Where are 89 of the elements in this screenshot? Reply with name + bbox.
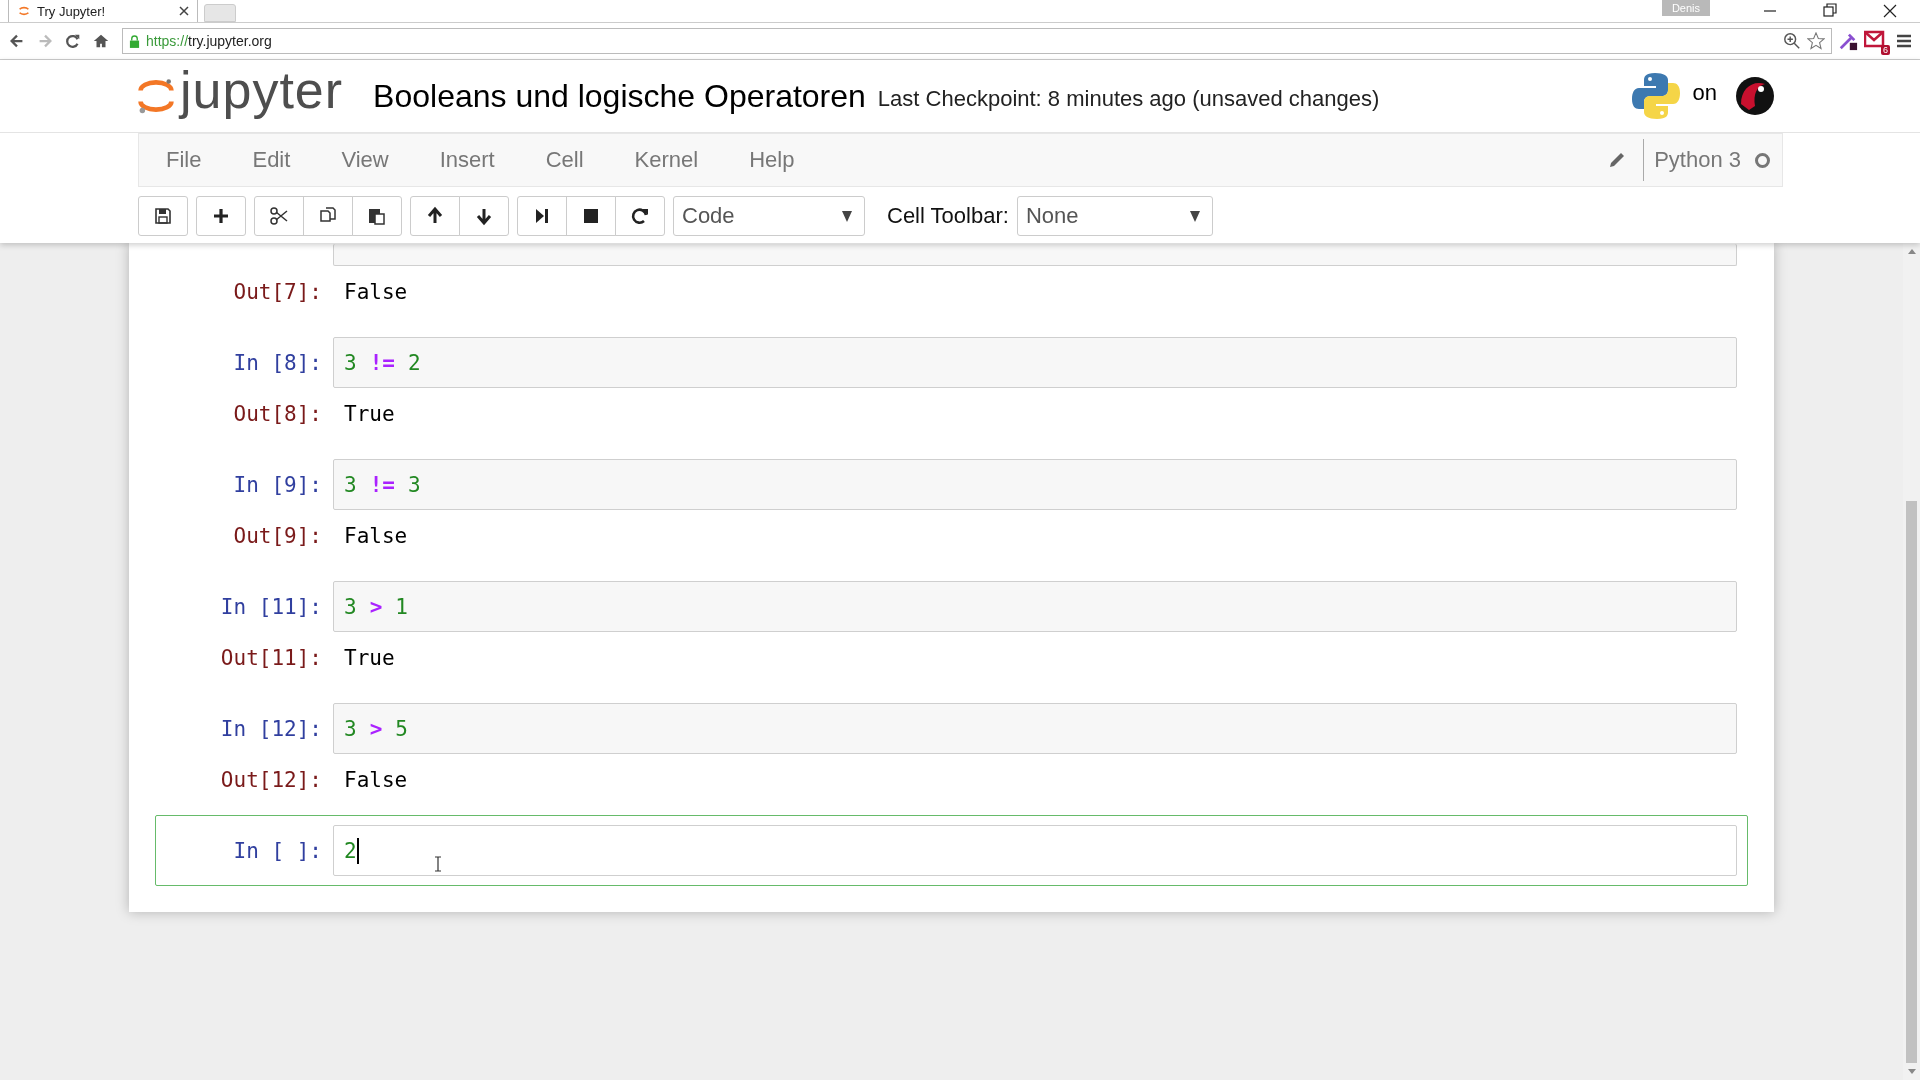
- output-prompt: Out[9]:: [232, 524, 323, 548]
- input-prompt: In [ ]:: [232, 838, 323, 863]
- hosted-on-label: on: [1692, 80, 1717, 107]
- rackspace-logo-icon: [1735, 76, 1775, 116]
- code-token: 3: [344, 594, 357, 619]
- run-button[interactable]: [517, 196, 567, 236]
- zoom-icon[interactable]: [1783, 32, 1801, 50]
- copy-button[interactable]: [303, 196, 353, 236]
- save-button[interactable]: [138, 196, 188, 236]
- save-icon: [153, 206, 173, 226]
- kernel-name: Python 3: [1643, 139, 1755, 181]
- code-input[interactable]: 3 != 2: [333, 337, 1737, 388]
- menu-item[interactable]: Edit: [252, 147, 291, 173]
- menu-item[interactable]: View: [341, 147, 389, 173]
- output-prompt: Out[8]:: [232, 402, 323, 426]
- output-text: False: [343, 768, 408, 792]
- url-text: https://try.jupyter.org: [146, 33, 272, 49]
- notebook-cell[interactable]: In [11]: 3 > 1 Out[11]: True: [155, 580, 1748, 685]
- cell-type-dropdown[interactable]: Code: [673, 196, 865, 236]
- notebook-cell[interactable]: In [8]: 3 != 2 Out[8]: True: [155, 336, 1748, 441]
- cell-toolbar-label: Cell Toolbar:: [887, 203, 1009, 229]
- reload-icon: [630, 206, 650, 226]
- menu-item[interactable]: Cell: [545, 147, 584, 173]
- code-token: 1: [395, 594, 408, 619]
- insert-cell-button[interactable]: [196, 196, 246, 236]
- input-prompt: In [12]:: [219, 716, 323, 741]
- text-cursor-icon: [434, 856, 442, 872]
- plus-icon: [211, 206, 231, 226]
- cell-toolbar-dropdown[interactable]: None: [1016, 196, 1213, 236]
- home-icon[interactable]: [92, 32, 110, 50]
- caret-icon: [842, 210, 852, 222]
- reload-icon[interactable]: [64, 32, 82, 50]
- scissors-icon: [269, 206, 289, 226]
- code-token: 3: [344, 716, 357, 741]
- code-token: 2: [344, 838, 357, 863]
- notebook-cell[interactable]: In [12]: 3 > 5 Out[12]: False: [155, 702, 1748, 807]
- stop-button[interactable]: [566, 196, 616, 236]
- code-token: 2: [407, 350, 421, 375]
- output-prompt: Out[11]:: [219, 646, 323, 670]
- logo-text[interactable]: jupyter: [180, 64, 344, 128]
- code-token: !=: [369, 350, 395, 375]
- output-prompt: Out[7]:: [232, 280, 323, 304]
- code-input[interactable]: 3 > 1: [333, 581, 1737, 632]
- stop-icon: [581, 206, 601, 226]
- star-icon[interactable]: [1807, 32, 1825, 50]
- menu-item[interactable]: Insert: [439, 147, 495, 173]
- output-text: False: [343, 280, 408, 304]
- code-token: >: [369, 594, 383, 619]
- move-up-button[interactable]: [410, 196, 460, 236]
- code-input[interactable]: [333, 244, 1737, 266]
- menu-item[interactable]: Help: [749, 147, 795, 173]
- code-input[interactable]: 3 != 3: [333, 459, 1737, 510]
- notebook-cell[interactable]: In [9]: 3 != 3 Out[9]: False: [155, 458, 1748, 563]
- input-prompt: In [9]:: [232, 472, 323, 497]
- output-text: True: [343, 646, 395, 670]
- address-bar[interactable]: https://try.jupyter.org: [122, 28, 1832, 54]
- move-down-button[interactable]: [459, 196, 509, 236]
- code-token: >: [369, 716, 383, 741]
- close-icon[interactable]: [179, 6, 189, 16]
- paste-button[interactable]: [352, 196, 402, 236]
- checkpoint-status: Last Checkpoint: 8 minutes ago (unsaved changes): [877, 86, 1380, 112]
- code-token: 3: [407, 472, 421, 497]
- eyedropper-icon[interactable]: [1838, 31, 1858, 51]
- code-token: 3: [344, 350, 357, 375]
- cut-button[interactable]: [254, 196, 304, 236]
- menu-item[interactable]: File: [166, 147, 202, 173]
- python-logo-icon: [1630, 71, 1681, 121]
- lock-icon: [129, 34, 140, 48]
- notebook-title[interactable]: Booleans und logische Operatoren: [373, 77, 866, 115]
- notebook-cell[interactable]: In [ ]: 2: [155, 815, 1748, 886]
- restart-button[interactable]: [615, 196, 665, 236]
- notebook-cell[interactable]: Out[7]: False: [155, 243, 1748, 319]
- code-token: 3: [344, 472, 357, 497]
- output-text: False: [343, 524, 408, 548]
- input-prompt: In [11]:: [219, 594, 323, 619]
- input-prompt: In [8]:: [232, 350, 323, 375]
- code-input[interactable]: 3 > 5: [333, 703, 1737, 754]
- menu-item[interactable]: Kernel: [634, 147, 699, 173]
- browser-tab[interactable]: Try Jupyter!: [8, 0, 198, 22]
- code-token: !=: [369, 472, 395, 497]
- output-prompt: Out[12]:: [219, 768, 323, 792]
- caret-icon: [1189, 210, 1200, 222]
- arrow-up-icon: [425, 206, 445, 226]
- arrow-down-icon: [474, 206, 494, 226]
- output-text: True: [343, 402, 395, 426]
- paste-icon: [367, 206, 387, 226]
- jupyter-logo-icon: [17, 4, 31, 18]
- code-token: 5: [395, 716, 408, 741]
- code-input[interactable]: 2: [333, 825, 1737, 876]
